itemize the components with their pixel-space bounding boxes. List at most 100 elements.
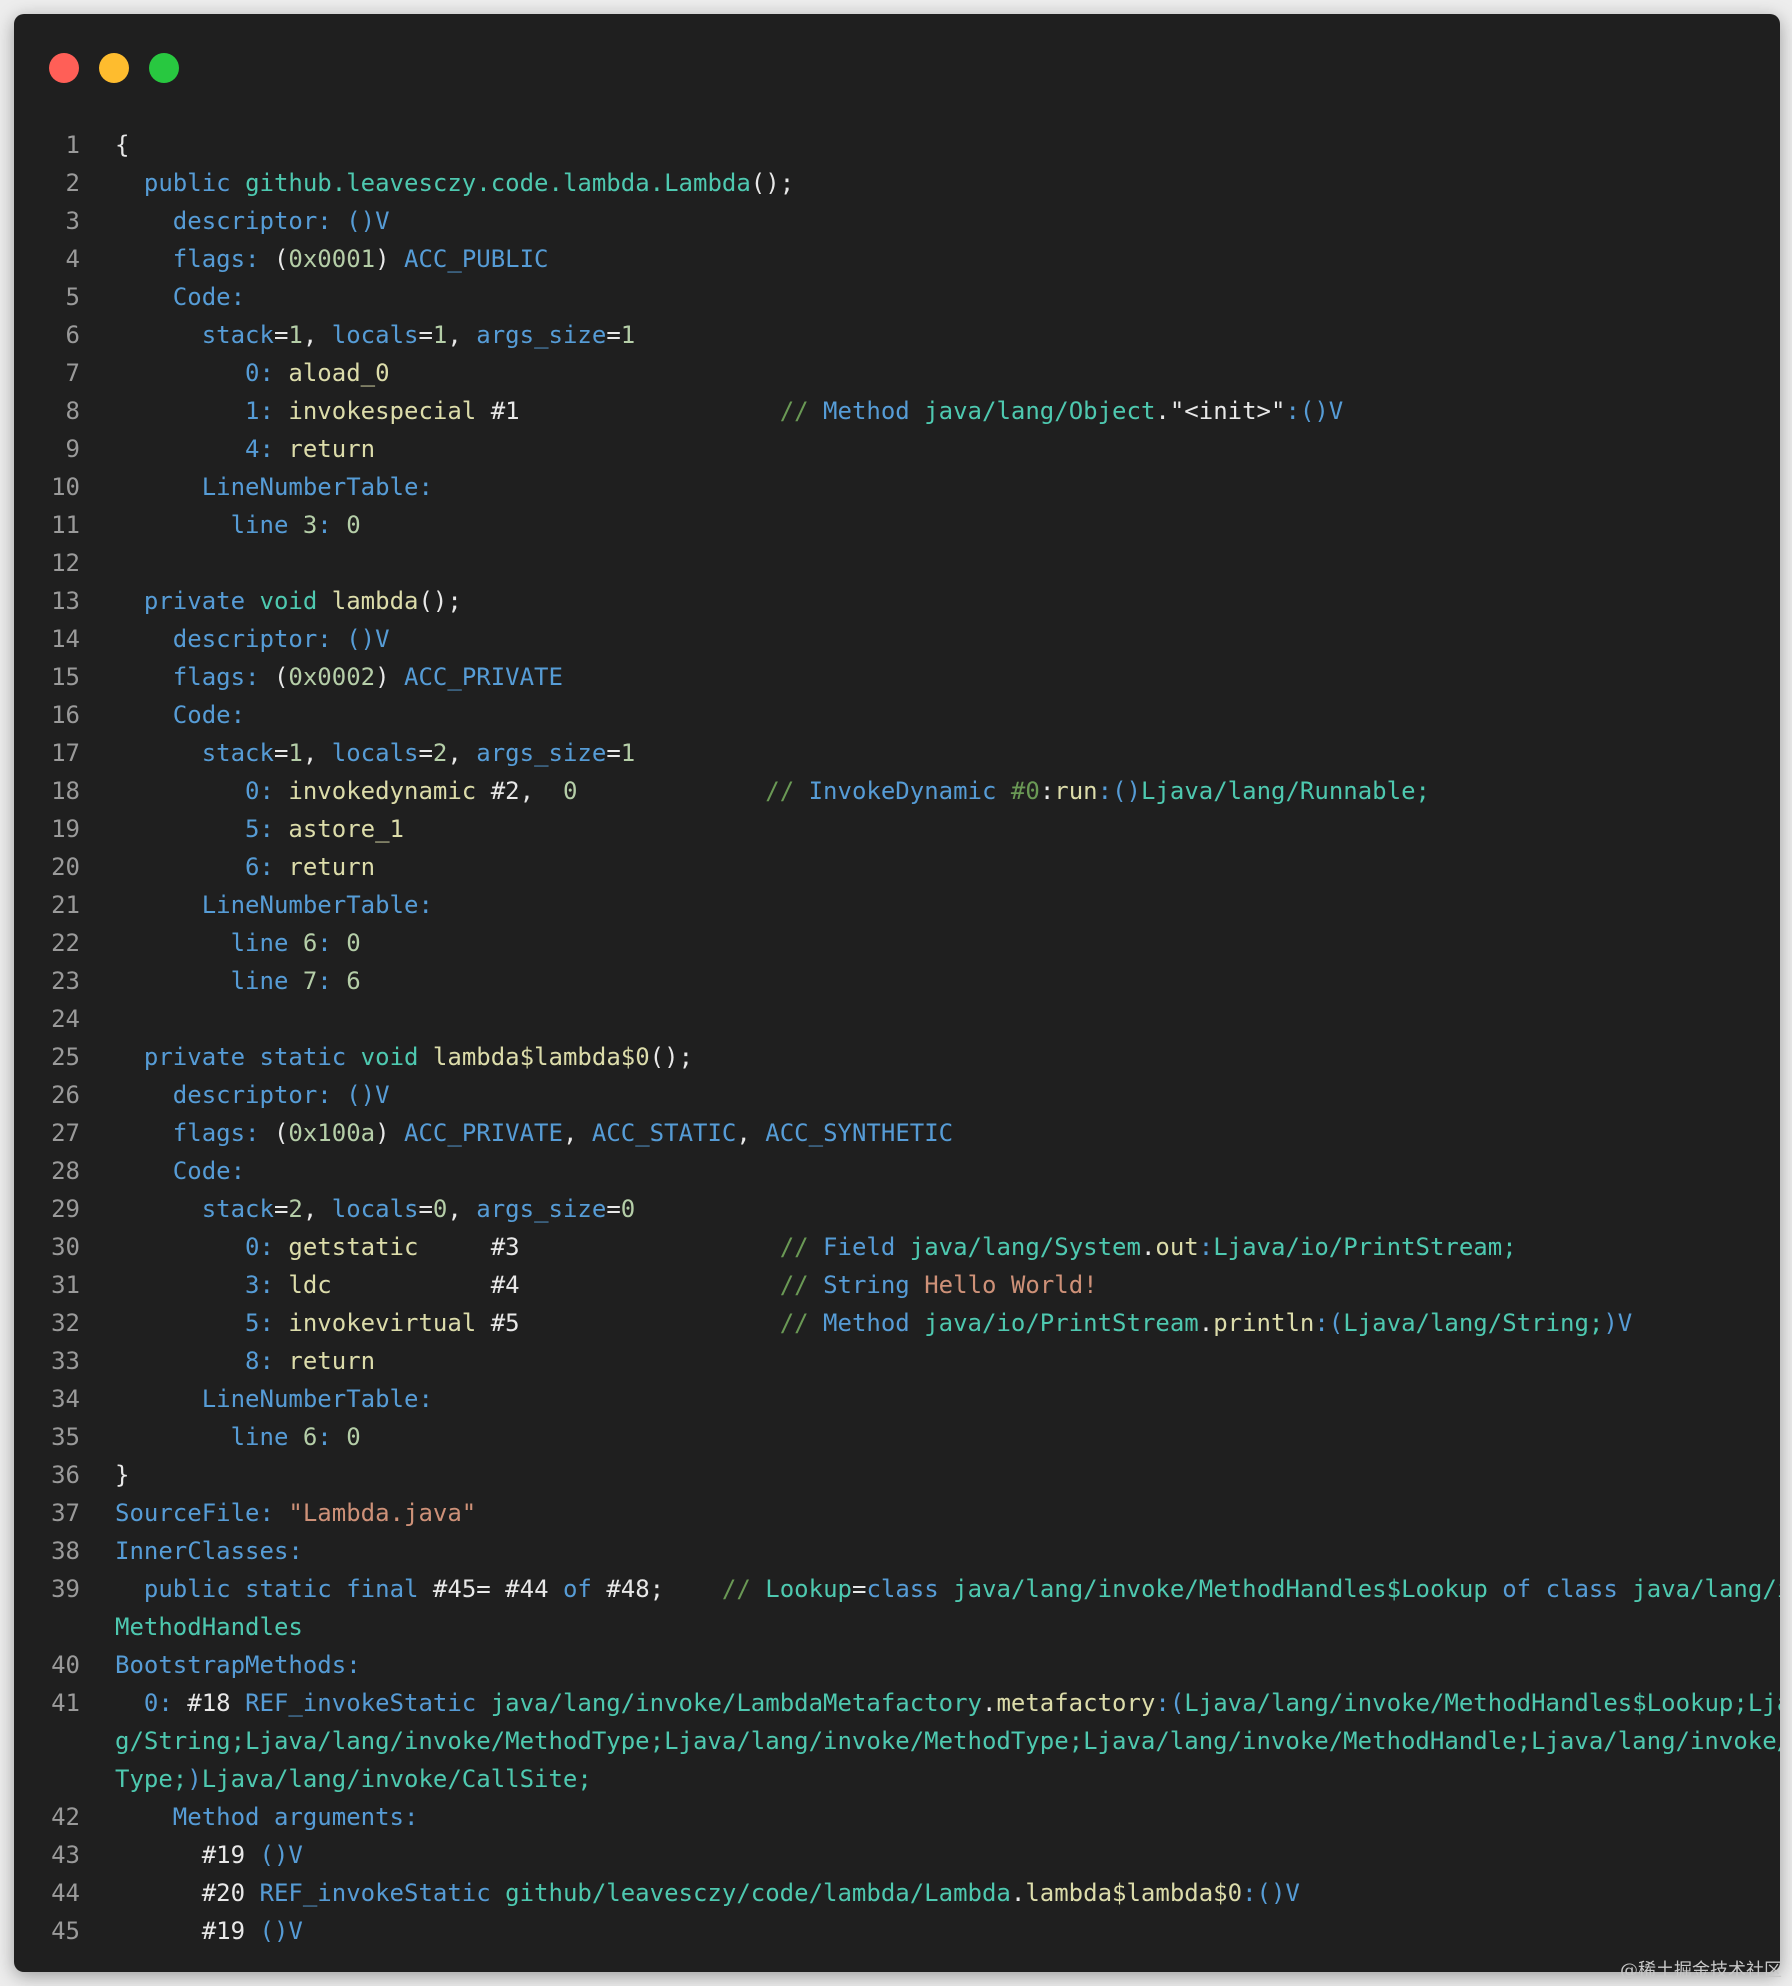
code-line: 39 public static final #45= #44 of #48; … xyxy=(14,1570,1780,1646)
code-line: 20 6: return xyxy=(14,848,1780,886)
code-line: 29 stack=2, locals=0, args_size=0 xyxy=(14,1190,1780,1228)
code-line: 11 line 3: 0 xyxy=(14,506,1780,544)
code-text: Code: xyxy=(115,278,1745,316)
code-token: public xyxy=(143,1575,231,1603)
code-token: java/lang/System xyxy=(909,1233,1141,1261)
code-token: 3 xyxy=(302,511,318,539)
code-text: flags: (0x0002) ACC_PRIVATE xyxy=(115,658,1745,696)
code-token: // xyxy=(765,777,795,805)
code-token: ldc xyxy=(288,1271,332,1299)
code-token: class xyxy=(866,1575,939,1603)
line-number: 45 xyxy=(51,1917,80,1945)
code-token: locals xyxy=(331,1195,419,1223)
code-token: :( xyxy=(1314,1309,1344,1337)
line-number: 1 xyxy=(65,131,80,159)
line-number: 38 xyxy=(51,1537,80,1565)
code-token: ()V xyxy=(346,1081,390,1109)
code-token: : xyxy=(1039,777,1055,805)
code-text: SourceFile: "Lambda.java" xyxy=(115,1494,1745,1532)
code-token: java/lang/invoke/LambdaMetafactory xyxy=(490,1689,982,1717)
code-token: LineNumberTable: xyxy=(201,473,433,501)
code-token: :()V xyxy=(1242,1879,1300,1907)
line-number: 41 xyxy=(51,1689,80,1717)
line-number: 19 xyxy=(51,815,80,843)
code-token: #4 xyxy=(331,1271,780,1299)
code-token: java/io/PrintStream xyxy=(924,1309,1199,1337)
line-number: 30 xyxy=(51,1233,80,1261)
line-number: 11 xyxy=(51,511,80,539)
code-token: :()V xyxy=(1285,397,1344,425)
code-token: )V xyxy=(1603,1309,1633,1337)
code-token: 8: xyxy=(245,1347,274,1375)
code-text: 4: return xyxy=(115,430,1745,468)
code-token: #1 xyxy=(476,397,780,425)
code-token: . xyxy=(1010,1879,1026,1907)
close-window-button[interactable] xyxy=(49,53,79,83)
code-token: , xyxy=(447,321,477,349)
code-token: github/leavesczy/code/lambda/Lambda xyxy=(505,1879,1011,1907)
code-token: stack xyxy=(201,1195,274,1223)
code-token: 0 xyxy=(432,1195,448,1223)
code-line: 19 5: astore_1 xyxy=(14,810,1780,848)
line-number: 17 xyxy=(51,739,80,767)
code-token: 1 xyxy=(620,739,636,767)
code-token: Hello World! xyxy=(924,1271,1098,1299)
code-token: flags: xyxy=(172,663,260,691)
line-number: 35 xyxy=(51,1423,80,1451)
code-text: 0: getstatic #3 // Field java/lang/Syste… xyxy=(115,1228,1745,1266)
code-token: 0: xyxy=(245,359,274,387)
line-number: 42 xyxy=(51,1803,80,1831)
code-token: Code: xyxy=(172,701,246,729)
maximize-window-button[interactable] xyxy=(149,53,179,83)
code-token: github.leavesczy.code.lambda.Lambda xyxy=(245,169,751,197)
code-text: public static final #45= #44 of #48; // … xyxy=(115,1575,1780,1641)
code-text: Code: xyxy=(115,696,1745,734)
line-number: 44 xyxy=(51,1879,80,1907)
code-token: #5 xyxy=(476,1309,780,1337)
code-token: 0 xyxy=(620,1195,636,1223)
line-number: 9 xyxy=(65,435,80,463)
code-text: flags: (0x0001) ACC_PUBLIC xyxy=(115,240,1745,278)
line-number: 29 xyxy=(51,1195,80,1223)
code-token: java/lang/Object xyxy=(924,397,1156,425)
code-token: stack xyxy=(201,321,274,349)
code-token: = xyxy=(273,1195,289,1223)
code-token: private xyxy=(143,587,246,615)
code-token: final xyxy=(346,1575,419,1603)
minimize-window-button[interactable] xyxy=(99,53,129,83)
code-token: InnerClasses: xyxy=(115,1537,303,1565)
line-number: 31 xyxy=(51,1271,80,1299)
code-token: = xyxy=(851,1575,867,1603)
line-number: 25 xyxy=(51,1043,80,1071)
code-token: } xyxy=(115,1461,130,1489)
code-token: #3 xyxy=(418,1233,780,1261)
code-line: 5 Code: xyxy=(14,278,1780,316)
code-line: 38 InnerClasses: xyxy=(14,1532,1780,1570)
code-token: : xyxy=(1198,1233,1214,1261)
code-token: . xyxy=(1155,397,1170,425)
code-token: Code: xyxy=(172,1157,246,1185)
line-number: 27 xyxy=(51,1119,80,1147)
code-token: String xyxy=(823,1271,910,1299)
code-token: LineNumberTable: xyxy=(201,891,433,919)
